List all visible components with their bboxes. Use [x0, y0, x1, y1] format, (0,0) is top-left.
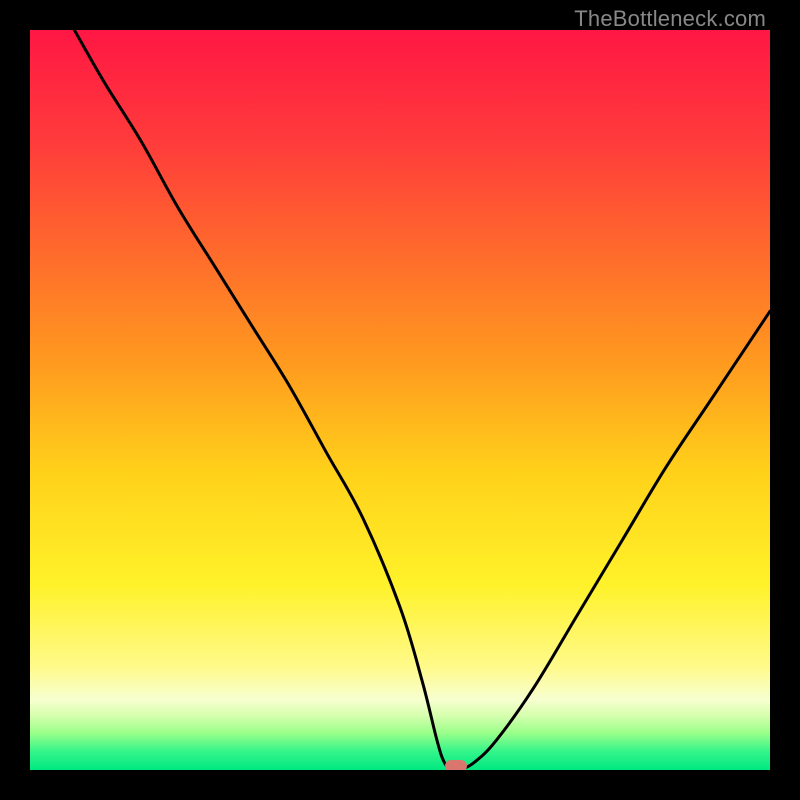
watermark-text: TheBottleneck.com — [574, 6, 766, 32]
bottleneck-curve — [30, 30, 770, 770]
optimal-point-marker — [445, 760, 467, 770]
plot-area — [30, 30, 770, 770]
chart-frame: TheBottleneck.com — [0, 0, 800, 800]
